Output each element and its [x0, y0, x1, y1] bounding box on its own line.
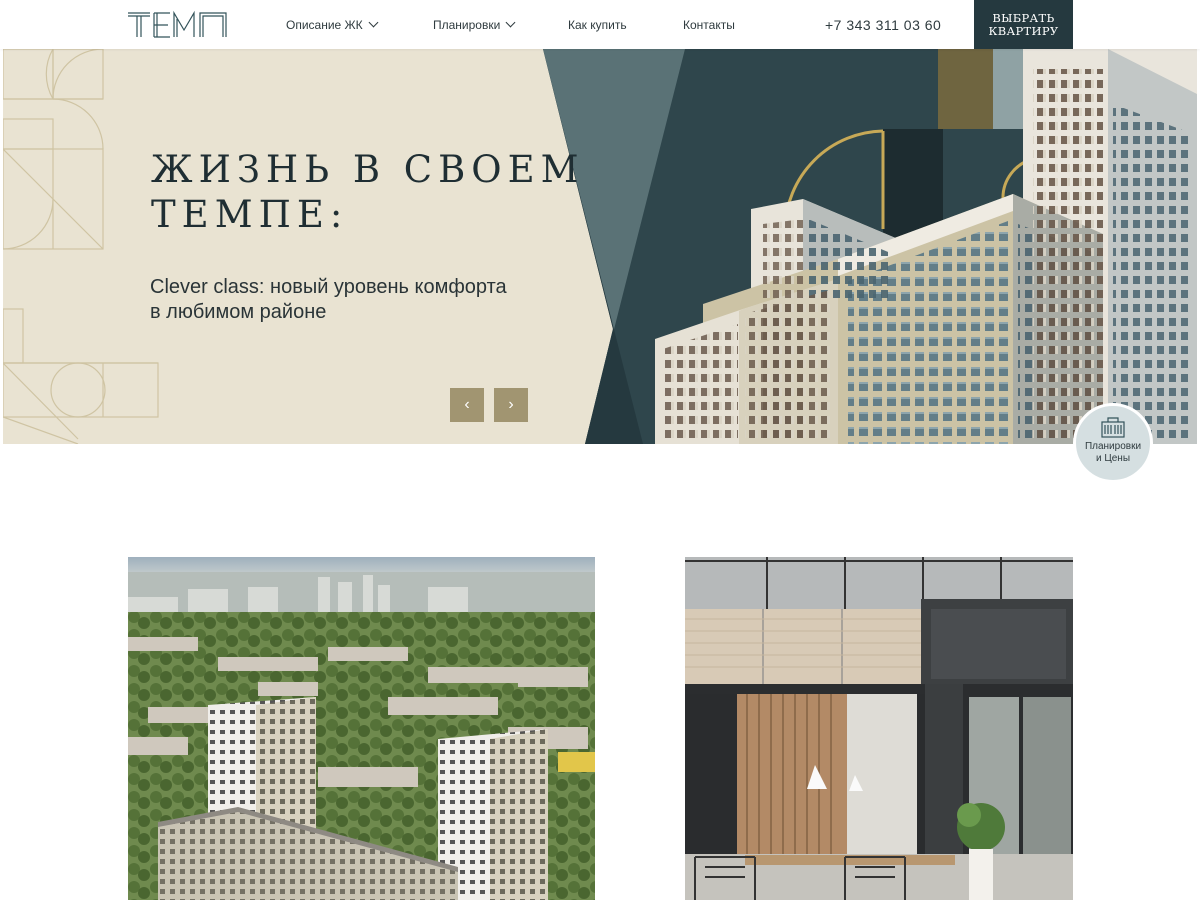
- nav-item-layouts[interactable]: Планировки: [433, 0, 516, 49]
- hero-title-line1: ЖИЗНЬ В СВОЕМ: [151, 148, 585, 191]
- logo[interactable]: [126, 10, 230, 40]
- chevron-down-icon: [368, 17, 379, 28]
- nav-label: Как купить: [568, 17, 627, 32]
- nav-item-description[interactable]: Описание ЖК: [286, 0, 379, 49]
- badge-label: Планировки и Цены: [1085, 441, 1141, 465]
- nav-label: Планировки: [433, 17, 501, 32]
- chevron-right-icon: ›: [508, 396, 514, 413]
- cta-line1: ВЫБРАТЬ: [992, 10, 1055, 25]
- nav-item-how-to-buy[interactable]: Как купить: [568, 0, 627, 49]
- chevron-left-icon: ‹: [464, 396, 470, 413]
- aerial-city-photo: [128, 557, 595, 900]
- geometric-pattern: [3, 49, 159, 444]
- hero-illustration: [3, 49, 1197, 444]
- hero-banner: ЖИЗНЬ В СВОЕМ ТЕМПЕ: Clever class: новый…: [3, 49, 1197, 444]
- hero-title: ЖИЗНЬ В СВОЕМ ТЕМПЕ:: [151, 147, 585, 237]
- nav-item-contacts[interactable]: Контакты: [683, 0, 735, 49]
- cta-line2: КВАРТИРУ: [988, 23, 1059, 38]
- hero-subtitle: Clever class: новый уровень комфорта в л…: [150, 275, 570, 325]
- hero-subtitle-line1: Clever class: новый уровень комфорта: [150, 276, 507, 298]
- building-icon: [1101, 417, 1125, 438]
- hero-title-line2: ТЕМПЕ:: [151, 193, 349, 236]
- phone-link[interactable]: +7 343 311 03 60: [825, 0, 941, 49]
- gold-block: [938, 49, 993, 129]
- badge-line2: и Цены: [1095, 453, 1131, 464]
- site-header: Описание ЖК Планировки Как купить Контак…: [0, 0, 1200, 49]
- hero-subtitle-line2: в любимом районе: [150, 301, 327, 323]
- nav-label: Контакты: [683, 17, 735, 32]
- choose-apartment-button[interactable]: ВЫБРАТЬ КВАРТИРУ: [974, 0, 1073, 49]
- badge-line1: Планировки: [1084, 441, 1142, 452]
- logo-mark: [128, 10, 227, 38]
- cafe-photo: [685, 557, 1073, 900]
- slider-next-button[interactable]: ›: [494, 388, 528, 422]
- layouts-prices-badge[interactable]: Планировки и Цены: [1073, 403, 1153, 483]
- cafe-image: [685, 557, 1073, 900]
- nav-label: Описание ЖК: [286, 17, 363, 32]
- slider-prev-button[interactable]: ‹: [450, 388, 484, 422]
- chevron-down-icon: [505, 17, 516, 28]
- aerial-image: [128, 557, 595, 900]
